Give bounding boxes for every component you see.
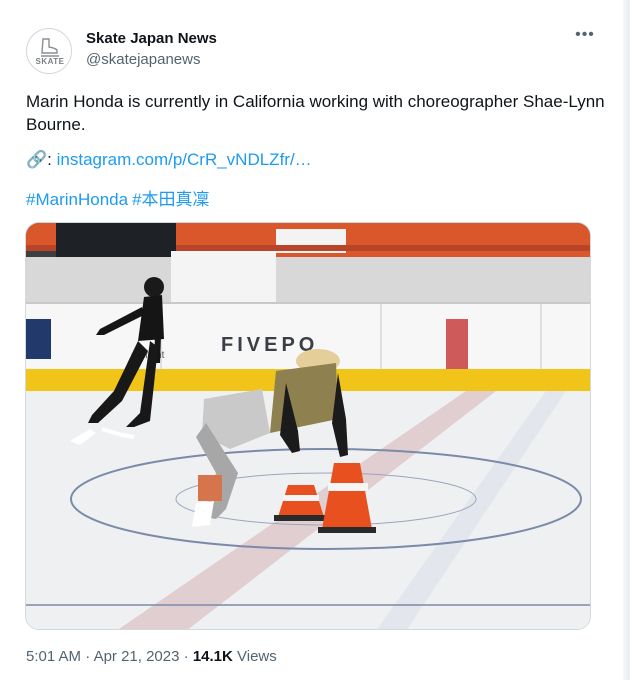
avatar[interactable]: SKATE (26, 28, 72, 74)
instagram-link[interactable]: instagram.com/p/CrR_vNDLZfr/… (57, 150, 312, 169)
scroll-edge (623, 0, 629, 680)
tweet-text: Marin Honda is currently in California w… (26, 92, 605, 134)
hashtag-link[interactable]: #本田真凜 (132, 190, 209, 209)
link-icon: 🔗: (26, 150, 57, 169)
hashtags: #MarinHonda #本田真凜 (26, 188, 214, 211)
link-line: 🔗: instagram.com/p/CrR_vNDLZfr/… (26, 148, 312, 171)
more-options-button[interactable]: ••• (574, 27, 596, 48)
tweet-time[interactable]: 5:01 AM (26, 648, 81, 665)
meta-separator: · (183, 648, 189, 665)
views-label: Views (237, 648, 277, 665)
meta-separator: · (85, 648, 91, 665)
rink-photo: onment FIVEPO (26, 223, 590, 629)
views-count: 14.1K (192, 648, 233, 665)
tweet-meta: 5:01 AM · Apr 21, 2023 · 14.1K Views (26, 648, 277, 665)
skate-logo-icon (28, 30, 71, 73)
hashtag-link[interactable]: #MarinHonda (26, 190, 128, 209)
tweet-card: SKATE Skate Japan News @skatejapanews ••… (0, 0, 630, 680)
author-name[interactable]: Skate Japan News (86, 30, 217, 47)
avatar-label: SKATE (35, 57, 65, 66)
author-handle[interactable]: @skatejapanews (86, 51, 200, 68)
media-image[interactable]: onment FIVEPO (25, 222, 591, 630)
tweet-header: SKATE Skate Japan News @skatejapanews ••… (26, 27, 596, 74)
tweet-date[interactable]: Apr 21, 2023 (94, 648, 180, 665)
